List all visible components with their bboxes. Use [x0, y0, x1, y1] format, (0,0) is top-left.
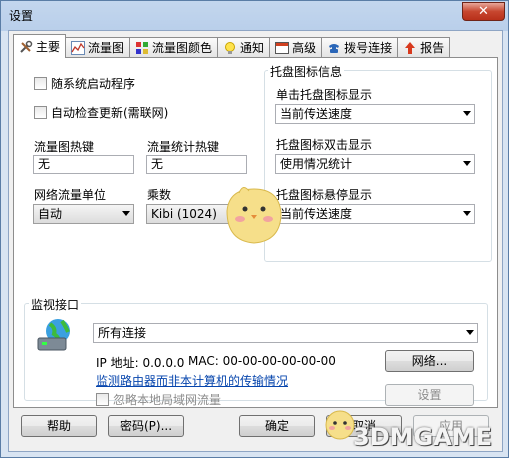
tab-graph-colors-label: 流量图颜色: [152, 41, 213, 55]
router-monitor-link[interactable]: 监测路由器而非本计算机的传输情况: [96, 372, 288, 389]
tab-advanced-label: 高级: [292, 41, 317, 55]
tab-report[interactable]: 报告: [397, 37, 451, 57]
arrow-up-icon: [403, 41, 417, 55]
traffic-hotkey-field[interactable]: 无: [33, 155, 134, 174]
interface-value: 所有连接: [98, 326, 147, 340]
chevron-down-icon: [463, 111, 471, 116]
unit-value: 自动: [38, 207, 63, 221]
interface-settings-button[interactable]: 设置: [385, 384, 474, 406]
tray-dblclick-label: 托盘图标双击显示: [276, 138, 373, 152]
tab-main[interactable]: 主要: [13, 34, 67, 58]
multiplier-label: 乘数: [147, 188, 172, 202]
tray-click-select[interactable]: 当前传送速度: [275, 104, 475, 124]
settings-window: 设置 ✕ 主要 流量图 流量图颜色 通知 高级 拨号连接 报告 随系统启动程序 …: [0, 0, 509, 458]
run-on-startup-label: 随系统启动程序: [51, 77, 136, 91]
tab-report-label: 报告: [420, 41, 445, 55]
chevron-down-icon: [122, 211, 130, 216]
tray-click-value: 当前传送速度: [280, 107, 353, 121]
tab-notify[interactable]: 通知: [217, 37, 271, 57]
chevron-down-icon: [463, 161, 471, 166]
chevron-down-icon: [463, 211, 471, 216]
monitor-group-title: 监视接口: [29, 296, 82, 313]
help-button[interactable]: 帮助: [21, 415, 97, 437]
tools-icon: [19, 40, 33, 54]
network-globe-icon: [37, 319, 70, 351]
tab-traffic-graph[interactable]: 流量图: [65, 37, 131, 57]
tab-dialup-label: 拨号连接: [344, 41, 393, 55]
checkbox-box: [34, 77, 47, 90]
tray-click-label: 单击托盘图标显示: [276, 88, 373, 102]
close-button[interactable]: ✕: [462, 2, 505, 21]
auto-update-label: 自动检查更新(需联网): [51, 106, 169, 120]
ignore-lan-checkbox[interactable]: 忽略本地局域网流量: [96, 391, 221, 408]
network-button[interactable]: 网络...: [385, 350, 474, 372]
ip-address-text: IP 地址: 0.0.0.0: [96, 356, 185, 370]
tray-hover-select[interactable]: 当前传送速度: [275, 204, 475, 224]
bulb-icon: [223, 41, 237, 55]
line-chart-icon: [71, 40, 86, 55]
tray-group-title: 托盘图标信息: [268, 63, 345, 80]
ignore-lan-label: 忽略本地局域网流量: [113, 393, 222, 407]
watermark-text: 3DMGAME: [353, 423, 493, 451]
title-bar: 设置 ✕: [1, 1, 509, 29]
tab-traffic-graph-label: 流量图: [88, 41, 125, 55]
stats-hotkey-field[interactable]: 无: [146, 155, 247, 174]
tab-main-label: 主要: [36, 40, 61, 54]
tray-hover-label: 托盘图标悬停显示: [276, 188, 373, 202]
tray-hover-value: 当前传送速度: [280, 207, 353, 221]
window-title: 设置: [9, 9, 34, 23]
ok-button[interactable]: 确定: [239, 415, 315, 437]
tab-graph-colors[interactable]: 流量图颜色: [129, 37, 219, 57]
unit-label: 网络流量单位: [34, 188, 107, 202]
multiplier-value: Kibi (1024): [151, 207, 217, 221]
tab-dialup[interactable]: 拨号连接: [321, 37, 399, 57]
checkbox-box: [96, 393, 109, 406]
unit-select[interactable]: 自动: [33, 204, 134, 224]
tab-notify-label: 通知: [240, 41, 265, 55]
tab-strip: 主要 流量图 流量图颜色 通知 高级 拨号连接 报告: [13, 34, 451, 58]
mac-address-text: MAC: 00-00-00-00-00-00: [188, 354, 336, 368]
window-icon: [275, 41, 290, 55]
tab-advanced[interactable]: 高级: [269, 37, 323, 57]
checkbox-box: [34, 106, 47, 119]
color-grid-icon: [135, 41, 149, 55]
run-on-startup-checkbox[interactable]: 随系统启动程序: [34, 75, 135, 92]
watermark-mascot-icon: [325, 410, 355, 440]
main-tab-panel: 随系统启动程序 自动检查更新(需联网) 流量图热键 无 流量统计热键 无 网络流…: [13, 57, 498, 408]
stats-hotkey-label: 流量统计热键: [147, 140, 220, 154]
tray-dblclick-select[interactable]: 使用情况统计: [275, 154, 475, 174]
traffic-hotkey-label: 流量图热键: [34, 140, 95, 154]
chevron-down-icon: [466, 330, 474, 335]
password-button[interactable]: 密码(P)...: [108, 415, 184, 437]
dialog-client: 主要 流量图 流量图颜色 通知 高级 拨号连接 报告 随系统启动程序 自动检查更…: [8, 30, 503, 452]
auto-update-checkbox[interactable]: 自动检查更新(需联网): [34, 104, 168, 121]
mascot-sticker-icon: [226, 187, 282, 244]
interface-select[interactable]: 所有连接: [93, 323, 478, 343]
tray-dblclick-value: 使用情况统计: [280, 157, 353, 171]
phone-icon: [327, 41, 341, 55]
